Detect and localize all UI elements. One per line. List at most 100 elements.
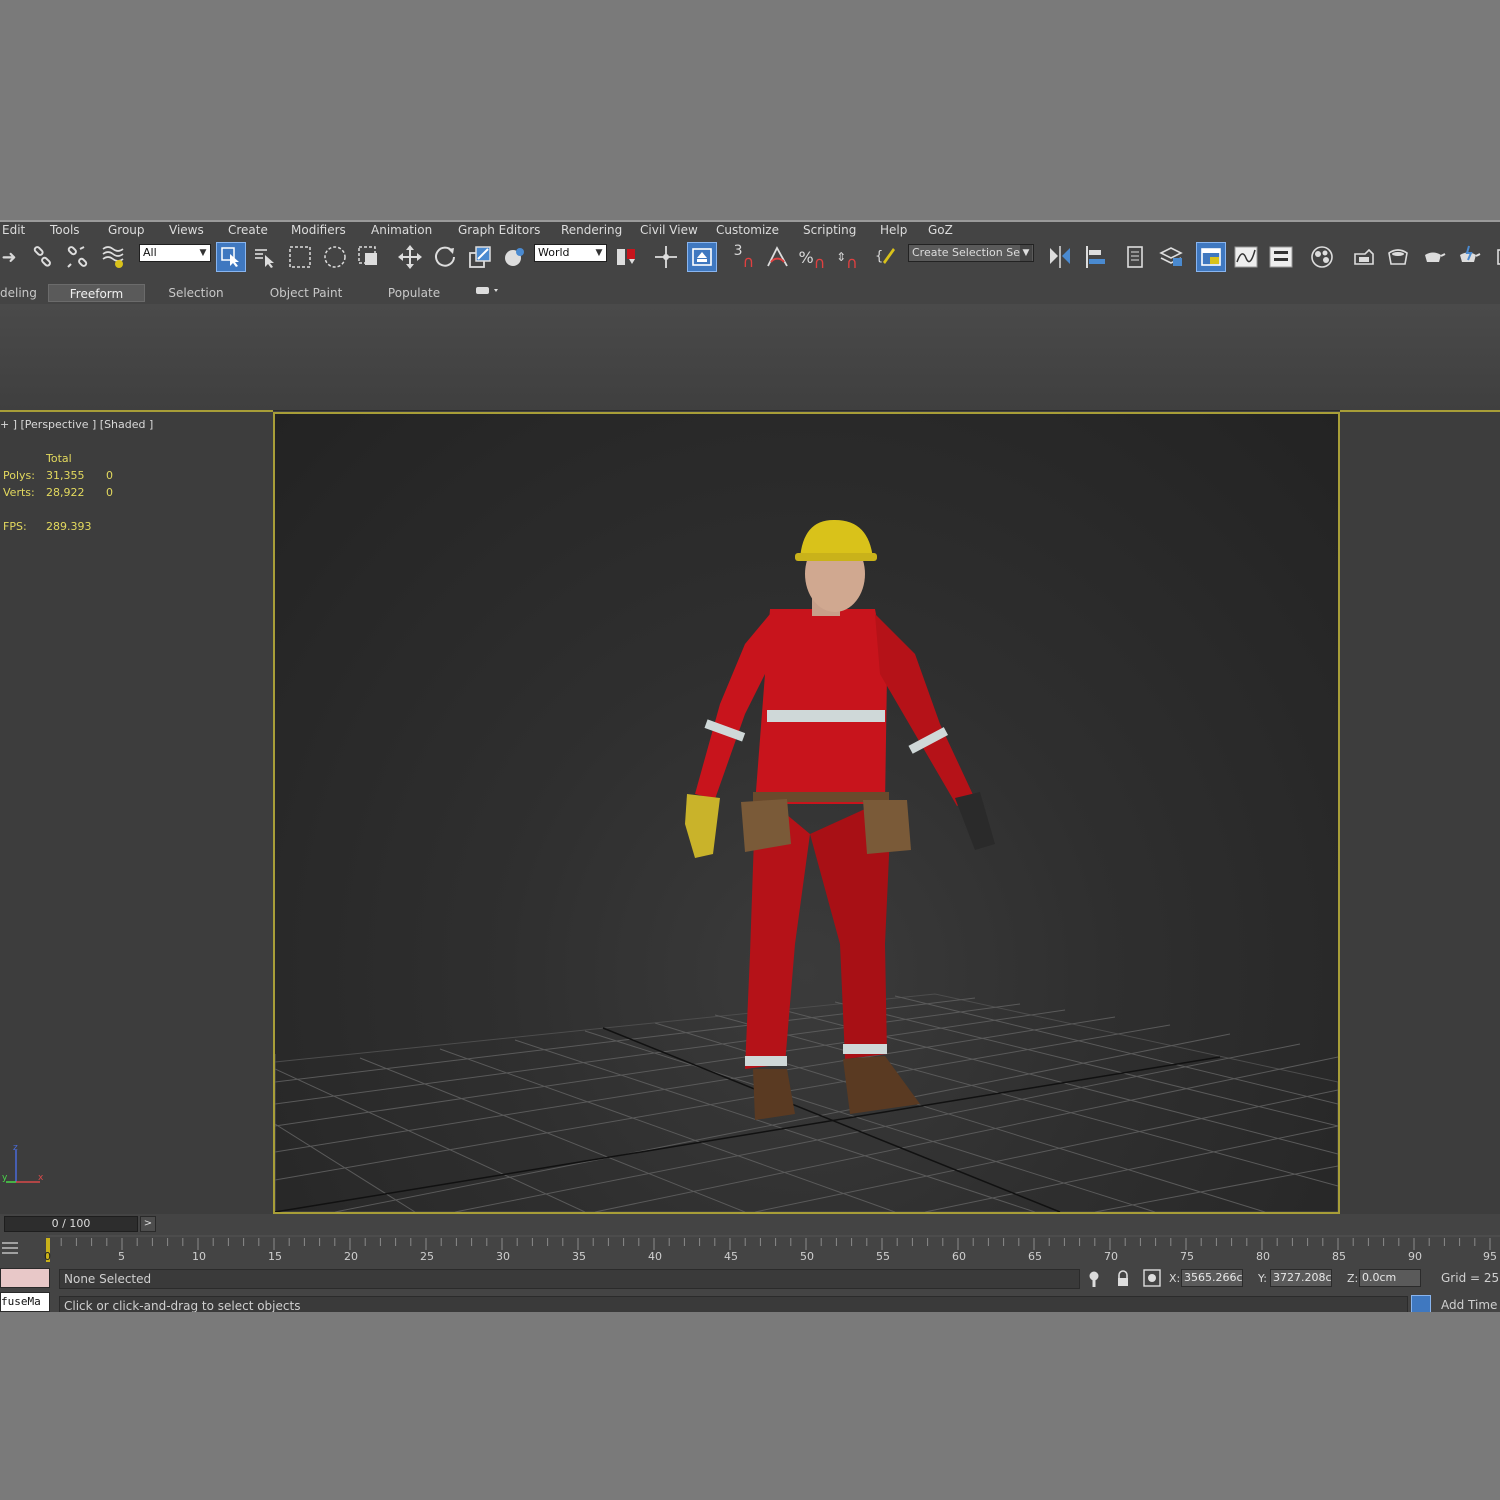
angle-snap-icon[interactable]: [763, 242, 793, 272]
percent-snap-icon[interactable]: % ∩: [797, 242, 827, 272]
edit-named-selection-icon[interactable]: {: [871, 242, 901, 272]
window-crossing-icon[interactable]: [354, 242, 384, 272]
fps-value: 289.393: [46, 520, 92, 533]
tab-selection[interactable]: Selection: [150, 284, 242, 302]
absolute-mode-icon[interactable]: [1143, 1269, 1161, 1291]
frame-ruler[interactable]: 0 5 10 15 20 25 30 35 40 45 50 55 60 65 …: [44, 1234, 1500, 1263]
polys-selected: 0: [106, 469, 113, 482]
tab-freeform[interactable]: Freeform: [48, 284, 145, 302]
align-icon[interactable]: [1081, 242, 1111, 272]
menu-bar: Edit Tools Group Views Create Modifiers …: [0, 220, 1500, 238]
snap-icon[interactable]: 3 ∩: [729, 242, 759, 272]
link-icon[interactable]: [28, 242, 58, 272]
menu-graph-editors[interactable]: Graph Editors: [458, 222, 540, 238]
menu-rendering[interactable]: Rendering: [561, 222, 622, 238]
menu-tools[interactable]: Tools: [50, 222, 80, 238]
lock-icon[interactable]: [1116, 1270, 1130, 1292]
current-frame-marker[interactable]: 0: [44, 1250, 51, 1263]
ribbon-tab-bar: deling Freeform Selection Object Paint P…: [0, 282, 1500, 305]
tick-label: 35: [572, 1250, 586, 1263]
pivot-icon[interactable]: [612, 242, 642, 272]
render-iterative-icon[interactable]: [1486, 242, 1500, 272]
maxscript-input[interactable]: fuseMa: [0, 1292, 50, 1312]
z-coord-field[interactable]: 0.0cm: [1359, 1269, 1421, 1287]
scene-render: [275, 519, 1338, 1212]
menu-create[interactable]: Create: [228, 222, 268, 238]
viewport-left-area: + ] [Perspective ] [Shaded ] Total Polys…: [0, 410, 273, 1215]
keyboard-shortcut-icon[interactable]: [687, 242, 717, 272]
render-setup-icon[interactable]: [1349, 242, 1379, 272]
tick-label: 30: [496, 1250, 510, 1263]
maxscript-listener-mini[interactable]: [0, 1268, 50, 1288]
circle-region-icon[interactable]: [320, 242, 350, 272]
menu-group[interactable]: Group: [108, 222, 145, 238]
material-editor-icon[interactable]: [1307, 242, 1337, 272]
menu-civil-view[interactable]: Civil View: [640, 222, 698, 238]
menu-views[interactable]: Views: [169, 222, 204, 238]
viewport-label[interactable]: + ] [Perspective ] [Shaded ]: [0, 418, 153, 431]
scale-icon[interactable]: [465, 242, 495, 272]
menu-customize[interactable]: Customize: [716, 222, 779, 238]
ribbon-panel: [0, 304, 1500, 411]
bind-space-warp-icon[interactable]: [99, 242, 129, 272]
verts-selected: 0: [106, 486, 113, 499]
reference-coord-dropdown[interactable]: World ▼: [534, 244, 607, 262]
layer-explorer-icon[interactable]: [1120, 242, 1150, 272]
next-frame-button[interactable]: >: [140, 1216, 156, 1232]
time-tag-icon[interactable]: [1411, 1295, 1431, 1312]
menu-scripting[interactable]: Scripting: [803, 222, 856, 238]
ribbon-options-icon[interactable]: [470, 284, 502, 302]
timeline: 0 / 100 > 0 5 10 15 20 25 30 35 40 45 50: [0, 1214, 1500, 1264]
tick-label: 45: [724, 1250, 738, 1263]
undo-icon[interactable]: ➜: [0, 242, 24, 272]
select-by-name-icon[interactable]: [250, 242, 280, 272]
tick-label: 15: [268, 1250, 282, 1263]
tick-label: 60: [952, 1250, 966, 1263]
named-selection-input[interactable]: Create Selection Se ▼: [908, 244, 1034, 262]
tab-modeling[interactable]: deling: [0, 284, 40, 302]
y-coord-field[interactable]: 3727.208cı: [1270, 1269, 1332, 1287]
add-time-tag[interactable]: Add Time T: [1437, 1296, 1500, 1312]
tab-object-paint[interactable]: Object Paint: [252, 284, 360, 302]
x-coord-field[interactable]: 3565.266cı: [1181, 1269, 1243, 1287]
menu-animation[interactable]: Animation: [371, 222, 432, 238]
z-label: Z:: [1347, 1272, 1359, 1285]
scene-explorer-icon[interactable]: [1156, 242, 1186, 272]
render-production-icon[interactable]: [1453, 242, 1483, 272]
isolate-selection-icon[interactable]: [1087, 1270, 1101, 1292]
stats-header: Total: [46, 452, 72, 465]
axis-z-label: z: [13, 1143, 18, 1153]
toggle-ribbon-icon[interactable]: [1196, 242, 1226, 272]
chevron-down-icon: ▼: [595, 248, 603, 258]
chevron-down-icon: ▼: [1020, 245, 1032, 261]
verts-total: 28,922: [46, 486, 85, 499]
select-object-icon[interactable]: [216, 242, 246, 272]
verts-label: Verts:: [3, 486, 35, 499]
menu-goz[interactable]: GoZ: [928, 222, 953, 238]
named-selection-placeholder: Create Selection Se: [912, 246, 1020, 259]
schematic-view-icon[interactable]: [1266, 242, 1296, 272]
menu-modifiers[interactable]: Modifiers: [291, 222, 346, 238]
menu-edit[interactable]: Edit: [2, 222, 25, 238]
spinner-snap-icon[interactable]: ⇕ ∩: [832, 242, 862, 272]
perspective-viewport[interactable]: [273, 412, 1340, 1214]
tick-label: 5: [118, 1250, 125, 1263]
rect-region-icon[interactable]: [285, 242, 315, 272]
move-icon[interactable]: [395, 242, 425, 272]
prompt-line: Click or click-and-drag to select object…: [59, 1296, 1408, 1312]
curve-editor-icon[interactable]: [1231, 242, 1261, 272]
render-icon[interactable]: [1418, 242, 1448, 272]
select-place-icon[interactable]: [500, 242, 530, 272]
mini-curve-editor-icon[interactable]: [0, 1238, 20, 1258]
tab-populate[interactable]: Populate: [372, 284, 456, 302]
tick-label: 70: [1104, 1250, 1118, 1263]
time-slider[interactable]: 0 / 100: [4, 1216, 138, 1232]
mirror-icon[interactable]: [1045, 242, 1075, 272]
selection-filter-dropdown[interactable]: All ▼: [139, 244, 211, 262]
rendered-frame-icon[interactable]: [1383, 242, 1413, 272]
menu-help[interactable]: Help: [880, 222, 907, 238]
manipulate-icon[interactable]: [651, 242, 681, 272]
unlink-icon[interactable]: [63, 242, 93, 272]
rotate-icon[interactable]: [430, 242, 460, 272]
x-label: X:: [1169, 1272, 1181, 1285]
